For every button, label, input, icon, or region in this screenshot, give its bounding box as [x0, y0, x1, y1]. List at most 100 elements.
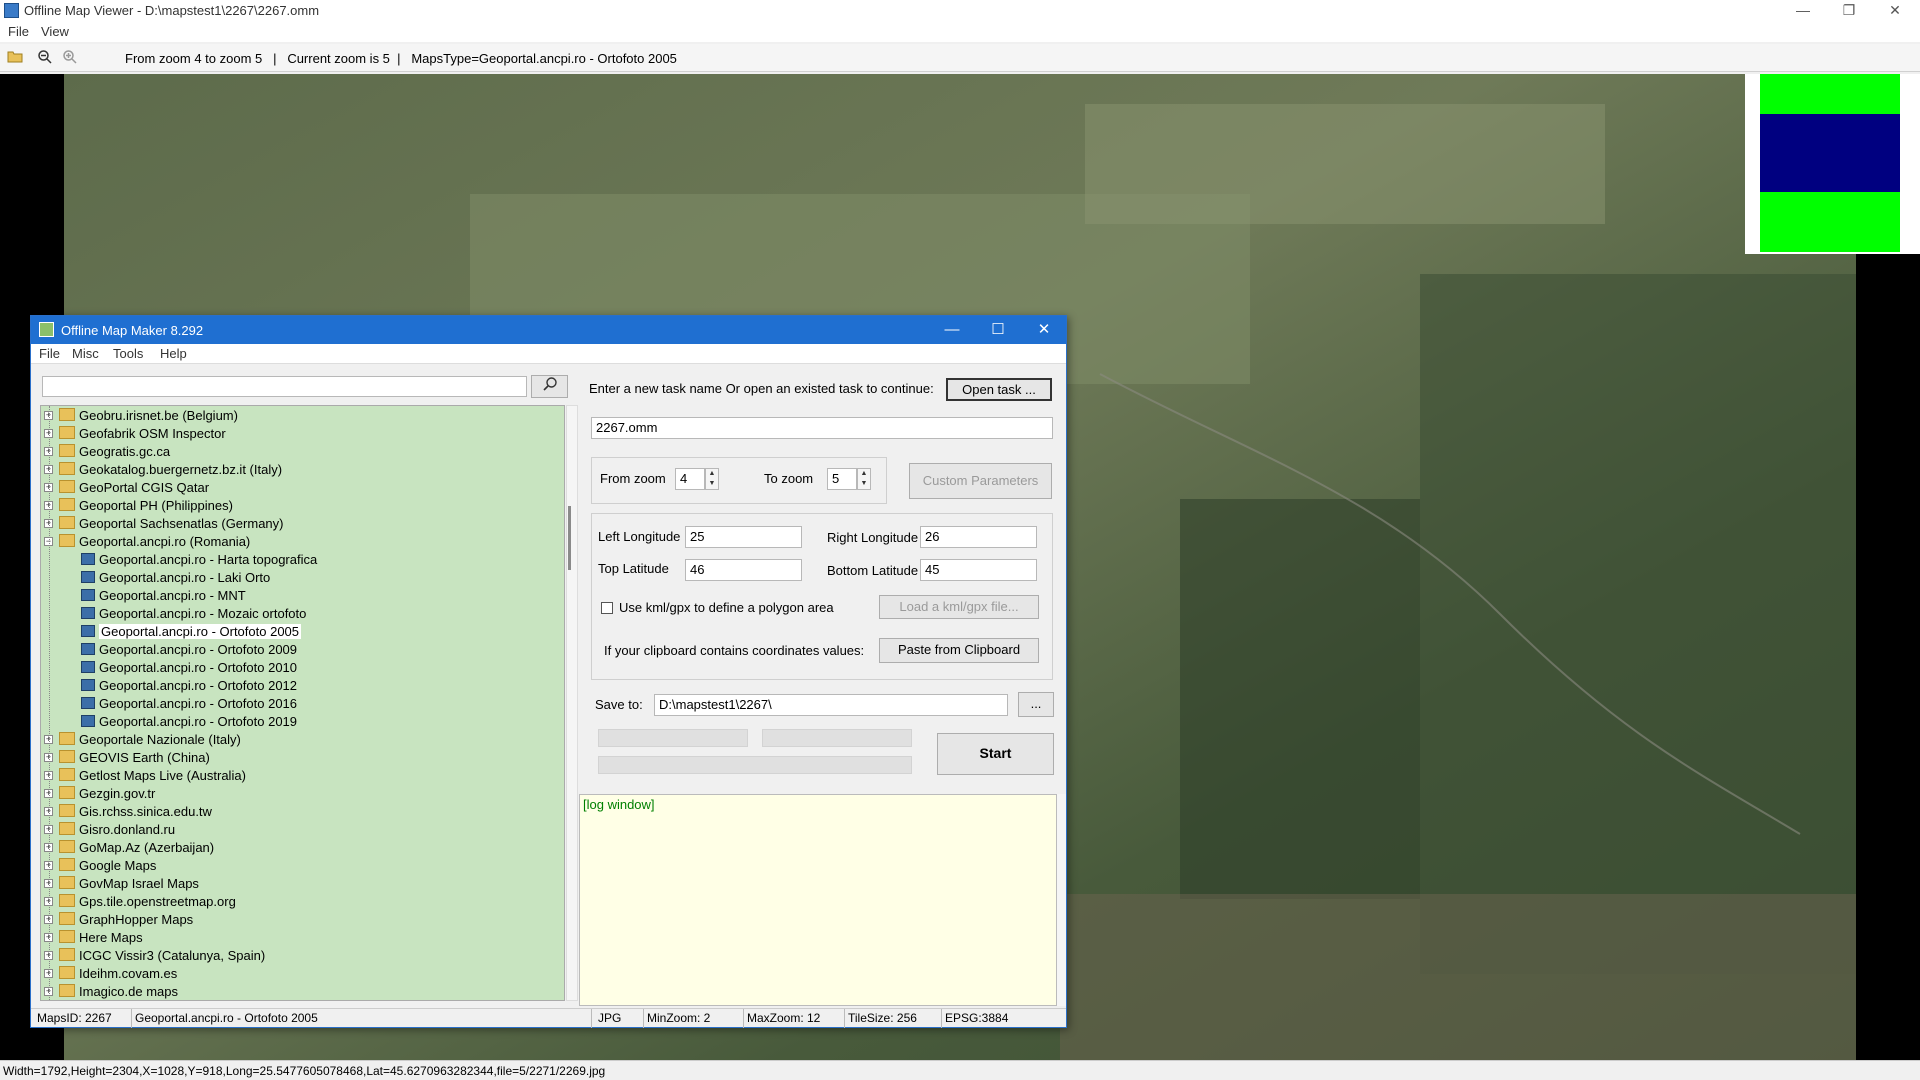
left-longitude-input[interactable]: 25	[685, 526, 802, 548]
browse-button[interactable]: ...	[1018, 692, 1054, 717]
minimize-button[interactable]: —	[1780, 0, 1826, 22]
log-label: [log window]	[583, 797, 655, 812]
paste-clipboard-button[interactable]: Paste from Clipboard	[879, 638, 1039, 663]
zoom-out-icon[interactable]	[36, 49, 54, 67]
dialog-menu-help[interactable]: Help	[160, 346, 187, 361]
tree-guide-line	[49, 406, 50, 1000]
folder-icon	[59, 966, 75, 979]
folder-icon	[59, 750, 75, 763]
folder-icon	[59, 534, 75, 547]
dialog-menu-misc[interactable]: Misc	[72, 346, 99, 361]
tree-item-label: Geoportal.ancpi.ro - Harta topografica	[99, 552, 318, 567]
menu-view[interactable]: View	[41, 24, 69, 39]
dialog-menu-file[interactable]: File	[39, 346, 60, 361]
main-menubar: File View	[0, 22, 1920, 42]
task-prompt-label: Enter a new task name Or open an existed…	[589, 381, 934, 396]
left-longitude-label: Left Longitude	[598, 529, 681, 544]
tree-item-label: Getlost Maps Live (Australia)	[79, 768, 246, 783]
top-latitude-input[interactable]: 46	[685, 559, 802, 581]
progress-bar-total	[598, 756, 912, 774]
tree-item-label: Geoportal.ancpi.ro - Ortofoto 2009	[99, 642, 298, 657]
status-tile-size: TileSize: 256	[848, 1011, 917, 1025]
status-maps-name: Geoportal.ancpi.ro - Ortofoto 2005	[135, 1011, 318, 1025]
tree-item-label: Google Maps	[79, 858, 157, 873]
tree-item-label: Geoportal.ancpi.ro - Ortofoto 2012	[99, 678, 298, 693]
tree-item-label: Geoportal Sachsenatlas (Germany)	[79, 516, 284, 531]
clipboard-label: If your clipboard contains coordinates v…	[604, 643, 865, 658]
tree-item-label: ICGC Vissir3 (Catalunya, Spain)	[79, 948, 266, 963]
maps-search-input[interactable]	[42, 376, 527, 397]
tree-item-label: Geokatalog.buergernetz.bz.it (Italy)	[79, 462, 283, 477]
tree-scrollbar[interactable]	[566, 405, 578, 1001]
map-icon	[81, 679, 95, 691]
maps-tree[interactable]: + Geobru.irisnet.be (Belgium) + Geofabrik O…	[40, 405, 565, 1001]
dialog-menubar: File Misc Tools Help	[31, 344, 1066, 364]
zoom-in-icon[interactable]	[61, 49, 79, 67]
tree-item-label: Gps.tile.openstreetmap.org	[79, 894, 236, 909]
tree-item-label: Geoportal.ancpi.ro (Romania)	[79, 534, 251, 549]
folder-icon	[59, 480, 75, 493]
dialog-title: Offline Map Maker 8.292	[61, 323, 204, 338]
save-to-label: Save to:	[595, 697, 643, 712]
log-scrollbar[interactable]	[1057, 794, 1066, 1006]
tree-item-label: Geofabrik OSM Inspector	[79, 426, 226, 441]
main-statusbar: Width=1792,Height=2304,X=1028,Y=918,Long…	[0, 1060, 1920, 1080]
to-zoom-input[interactable]: 5	[827, 468, 857, 490]
folder-icon	[59, 732, 75, 745]
map-icon	[81, 625, 95, 637]
tree-item-label: GeoPortal CGIS Qatar	[79, 480, 210, 495]
folder-icon	[59, 804, 75, 817]
tree-item-label: Geoportal.ancpi.ro - MNT	[99, 588, 246, 603]
tree-item-label: Gis.rchss.sinica.edu.tw	[79, 804, 212, 819]
main-toolbar: From zoom 4 to zoom 5 | Current zoom is …	[0, 44, 1920, 72]
right-longitude-input[interactable]: 26	[920, 526, 1037, 548]
status-text: Width=1792,Height=2304,X=1028,Y=918,Long…	[3, 1064, 606, 1078]
map-icon	[81, 715, 95, 727]
search-button[interactable]	[531, 375, 568, 398]
dialog-maximize-button[interactable]: ☐	[975, 316, 1021, 344]
open-task-button[interactable]: Open task ...	[946, 378, 1052, 401]
custom-parameters-button[interactable]: Custom Parameters	[909, 463, 1052, 499]
from-zoom-input[interactable]: 4	[675, 468, 705, 490]
folder-icon	[59, 444, 75, 457]
folder-icon	[59, 786, 75, 799]
map-icon	[81, 697, 95, 709]
bottom-latitude-input[interactable]: 45	[920, 559, 1037, 581]
to-zoom-label: To zoom	[764, 471, 814, 486]
offline-map-maker-dialog: Offline Map Maker 8.292 — ☐ ✕ File Misc …	[30, 315, 1067, 1028]
restore-button[interactable]: ❐	[1826, 0, 1872, 22]
dialog-app-icon	[39, 322, 54, 337]
log-window[interactable]: [log window]	[579, 794, 1057, 1006]
close-button[interactable]: ✕	[1872, 0, 1918, 22]
zoom-info: From zoom 4 to zoom 5 | Current zoom is …	[125, 51, 677, 66]
folder-icon	[59, 984, 75, 997]
tree-item-label: Geoportal.ancpi.ro - Laki Orto	[99, 570, 271, 585]
kml-checkbox[interactable]	[601, 602, 613, 614]
to-zoom-spinner[interactable]: ▲ ▼	[857, 468, 871, 490]
from-zoom-spinner[interactable]: ▲ ▼	[705, 468, 719, 490]
status-min-zoom: MinZoom: 2	[647, 1011, 711, 1025]
dialog-minimize-button[interactable]: —	[929, 316, 975, 344]
dialog-statusbar: MapsID: 2267 Geoportal.ancpi.ro - Ortofo…	[31, 1008, 1066, 1028]
dialog-titlebar: Offline Map Maker 8.292 — ☐ ✕	[31, 316, 1066, 344]
search-icon	[542, 377, 557, 391]
progress-bar-2	[762, 729, 912, 747]
tree-item-label: Geoportal.ancpi.ro - Ortofoto 2016	[99, 696, 298, 711]
menu-file[interactable]: File	[8, 24, 29, 39]
tree-item-label: GoMap.Az (Azerbaijan)	[79, 840, 215, 855]
status-max-zoom: MaxZoom: 12	[747, 1011, 821, 1025]
open-folder-icon[interactable]	[6, 49, 24, 67]
map-icon	[81, 589, 95, 601]
kml-label: Use kml/gpx to define a polygon area	[619, 600, 834, 615]
save-path-input[interactable]: D:\mapstest1\2267\	[654, 694, 1008, 716]
tree-item-label: Gisro.donland.ru	[79, 822, 176, 837]
dialog-menu-tools[interactable]: Tools	[113, 346, 143, 361]
start-button[interactable]: Start	[937, 733, 1054, 775]
tree-item-label: GovMap Israel Maps	[79, 876, 199, 891]
load-kml-button[interactable]: Load a kml/gpx file...	[879, 595, 1039, 619]
folder-icon	[59, 768, 75, 781]
status-maps-id: MapsID: 2267	[37, 1011, 112, 1025]
task-name-input[interactable]: 2267.omm	[591, 417, 1053, 439]
dialog-close-button[interactable]: ✕	[1021, 316, 1067, 344]
right-longitude-label: Right Longitude	[827, 530, 919, 545]
